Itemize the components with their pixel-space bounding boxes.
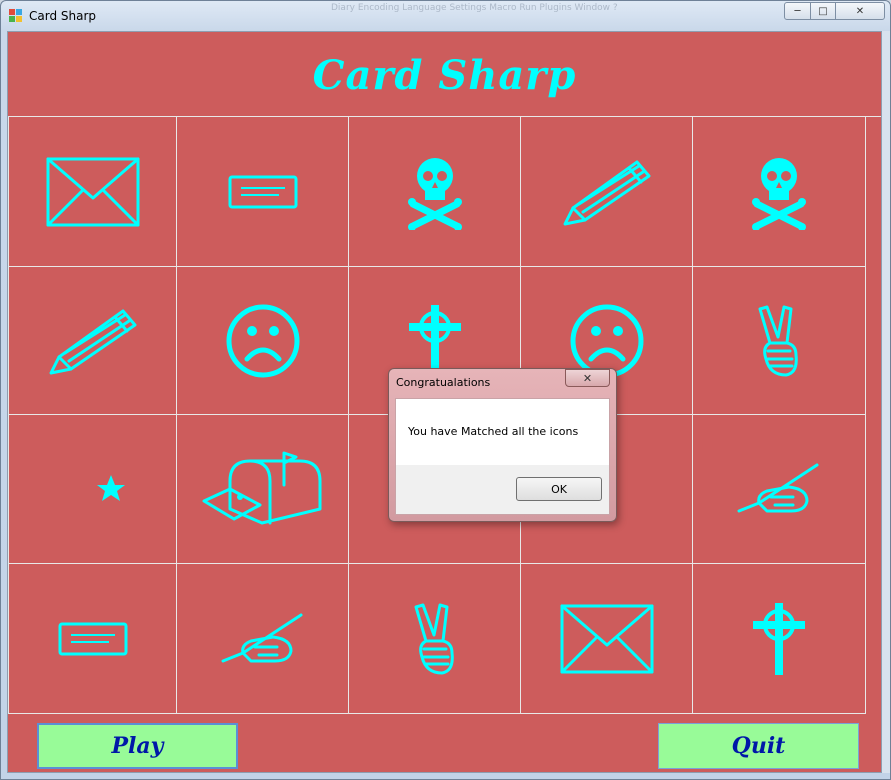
card-icon xyxy=(57,621,129,657)
peace-hand-icon xyxy=(410,601,460,677)
card-2-1[interactable] xyxy=(8,266,177,415)
card-1-1[interactable] xyxy=(8,116,177,267)
close-icon: ✕ xyxy=(582,371,593,385)
minimize-button[interactable]: ─ xyxy=(784,2,811,20)
celtic-cross-icon xyxy=(751,601,807,677)
card-1-4[interactable] xyxy=(520,116,693,267)
card-3-1[interactable] xyxy=(8,414,177,564)
play-button[interactable]: Play xyxy=(37,723,238,769)
writing-hand-icon xyxy=(737,461,821,517)
background-menu-ghost: Diary Encoding Language Settings Macro R… xyxy=(331,3,618,13)
dialog-message: You have Matched all the icons xyxy=(408,425,579,438)
close-button[interactable]: ✕ xyxy=(835,2,885,20)
card-2-5[interactable] xyxy=(692,266,866,415)
dialog-close-button[interactable]: ✕ xyxy=(565,369,610,387)
peace-hand-icon xyxy=(754,303,804,379)
card-4-2[interactable] xyxy=(176,563,349,714)
card-4-4[interactable] xyxy=(520,563,693,714)
app-icon xyxy=(9,9,22,22)
writing-hand-icon xyxy=(221,611,305,667)
card-icon xyxy=(227,174,299,210)
card-1-3[interactable] xyxy=(348,116,521,267)
ok-button[interactable]: OK xyxy=(516,477,602,501)
minimize-icon: ─ xyxy=(794,5,801,17)
pencil-icon xyxy=(45,303,141,379)
window-edge xyxy=(882,31,890,773)
card-1-5[interactable] xyxy=(692,116,866,267)
close-icon: ✕ xyxy=(855,5,865,17)
quit-button[interactable]: Quit xyxy=(658,723,859,769)
congratulations-dialog: Congratualations ✕ You have Matched all … xyxy=(388,368,617,522)
envelope-icon xyxy=(559,603,655,675)
card-4-3[interactable] xyxy=(348,563,521,714)
card-2-2[interactable] xyxy=(176,266,349,415)
card-3-2[interactable] xyxy=(176,414,349,564)
dialog-title: Congratualations xyxy=(396,376,491,389)
card-3-5[interactable] xyxy=(692,414,866,564)
pencil-icon xyxy=(559,154,655,230)
star-crescent-icon xyxy=(55,451,131,527)
maximize-button[interactable]: □ xyxy=(810,2,836,20)
skull-icon xyxy=(751,154,807,230)
maximize-icon: □ xyxy=(818,5,828,17)
mailbox-icon xyxy=(200,449,326,529)
card-1-2[interactable] xyxy=(176,116,349,267)
title-bar[interactable]: Card Sharp Diary Encoding Language Setti… xyxy=(1,1,890,31)
header-panel: Card Sharp xyxy=(8,32,881,117)
dialog-footer: OK xyxy=(396,465,609,514)
card-4-1[interactable] xyxy=(8,563,177,714)
envelope-icon xyxy=(45,156,141,228)
app-title: Card Sharp xyxy=(312,52,577,99)
frown-icon xyxy=(225,303,301,379)
skull-icon xyxy=(407,154,463,230)
window-title: Card Sharp xyxy=(29,9,97,23)
card-4-5[interactable] xyxy=(692,563,866,714)
dialog-body: You have Matched all the icons OK xyxy=(395,398,610,515)
